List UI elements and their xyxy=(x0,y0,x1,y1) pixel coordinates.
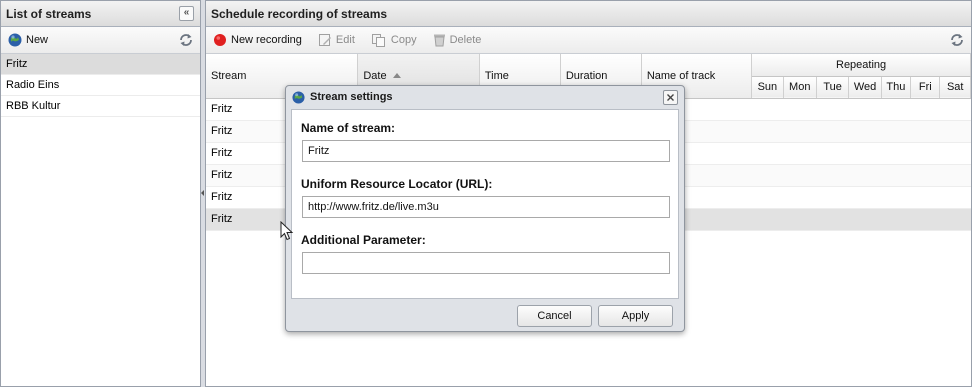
column-header-wed[interactable]: Wed xyxy=(848,76,882,99)
column-header-sun[interactable]: Sun xyxy=(751,76,784,99)
new-recording-button[interactable]: New recording xyxy=(211,29,304,51)
copy-button[interactable]: Copy xyxy=(369,29,419,51)
double-chevron-left-icon: « xyxy=(183,7,190,18)
column-header-day-label: Sat xyxy=(946,81,964,93)
column-header-day-label: Fri xyxy=(918,81,932,93)
edit-label: Edit xyxy=(335,34,355,46)
delete-label: Delete xyxy=(449,34,482,46)
splitter-arrow-icon[interactable] xyxy=(201,190,204,196)
streams-panel: List of streams « New Fritz Radio Eins R… xyxy=(0,0,201,387)
additional-parameter-label: Additional Parameter: xyxy=(301,233,426,247)
stream-url-input[interactable] xyxy=(302,196,670,218)
dialog-body: Name of stream: Uniform Resource Locator… xyxy=(291,109,679,299)
stream-list-item-label: Radio Eins xyxy=(6,79,60,91)
dialog-close-button[interactable] xyxy=(663,90,678,105)
stream-settings-dialog: Stream settings Name of stream: Uniform … xyxy=(285,85,685,332)
streams-panel-header: List of streams « xyxy=(1,1,200,27)
streams-list: Fritz Radio Eins RBB Kultur xyxy=(1,54,200,117)
globe-icon xyxy=(8,33,22,47)
trash-icon xyxy=(433,34,445,47)
copy-label: Copy xyxy=(390,34,417,46)
dialog-header[interactable]: Stream settings xyxy=(286,86,684,108)
column-group-repeating-label: Repeating xyxy=(836,58,887,71)
globe-icon xyxy=(292,90,305,104)
close-icon xyxy=(667,94,674,101)
column-header-thu[interactable]: Thu xyxy=(881,76,912,99)
column-header-date-label: Date xyxy=(363,69,387,82)
new-stream-button[interactable]: New xyxy=(6,29,50,51)
column-group-repeating: Repeating xyxy=(751,54,971,77)
column-header-day-label: Wed xyxy=(853,81,877,93)
column-header-day-label: Mon xyxy=(789,81,811,93)
column-header-name-of-track-label: Name of track xyxy=(646,69,716,82)
record-icon xyxy=(214,34,226,46)
cancel-button[interactable]: Cancel xyxy=(517,305,592,327)
stream-url-label: Uniform Resource Locator (URL): xyxy=(301,177,493,191)
stream-list-item[interactable]: RBB Kultur xyxy=(1,96,200,117)
collapse-panel-button[interactable]: « xyxy=(179,6,194,21)
schedule-panel-title: Schedule recording of streams xyxy=(211,7,388,21)
refresh-icon[interactable] xyxy=(949,32,965,48)
stream-list-item-label: RBB Kultur xyxy=(6,100,61,112)
additional-parameter-input[interactable] xyxy=(302,252,670,274)
column-header-day-label: Tue xyxy=(823,81,842,93)
column-header-stream-label: Stream xyxy=(211,69,247,82)
new-stream-label: New xyxy=(26,34,49,46)
column-header-mon[interactable]: Mon xyxy=(783,76,817,99)
schedule-toolbar: New recording Edit Copy Delete xyxy=(206,27,971,54)
mouse-pointer-icon xyxy=(280,221,294,241)
column-header-tue[interactable]: Tue xyxy=(816,76,850,99)
copy-icon xyxy=(371,34,385,47)
edit-icon xyxy=(318,34,331,46)
column-header-day-label: Sun xyxy=(757,81,778,93)
stream-list-item[interactable]: Radio Eins xyxy=(1,75,200,96)
apply-button[interactable]: Apply xyxy=(598,305,673,327)
edit-button[interactable]: Edit xyxy=(316,29,357,51)
column-header-fri[interactable]: Fri xyxy=(910,76,941,99)
stream-name-label: Name of stream: xyxy=(301,121,396,135)
column-header-time-label: Time xyxy=(484,69,509,82)
streams-panel-title: List of streams xyxy=(6,7,92,21)
new-recording-label: New recording xyxy=(231,34,302,46)
sort-ascending-icon xyxy=(392,73,401,79)
column-header-duration-label: Duration xyxy=(565,69,608,82)
dialog-title: Stream settings xyxy=(310,91,393,103)
stream-name-input[interactable] xyxy=(302,140,670,162)
delete-button[interactable]: Delete xyxy=(431,29,484,51)
streams-toolbar: New xyxy=(1,27,200,54)
refresh-icon[interactable] xyxy=(178,32,194,48)
stream-list-item-label: Fritz xyxy=(6,58,28,70)
stream-list-item[interactable]: Fritz xyxy=(1,54,200,75)
schedule-panel-header: Schedule recording of streams xyxy=(206,1,971,27)
column-header-day-label: Thu xyxy=(886,81,906,93)
column-header-sat[interactable]: Sat xyxy=(939,76,971,99)
